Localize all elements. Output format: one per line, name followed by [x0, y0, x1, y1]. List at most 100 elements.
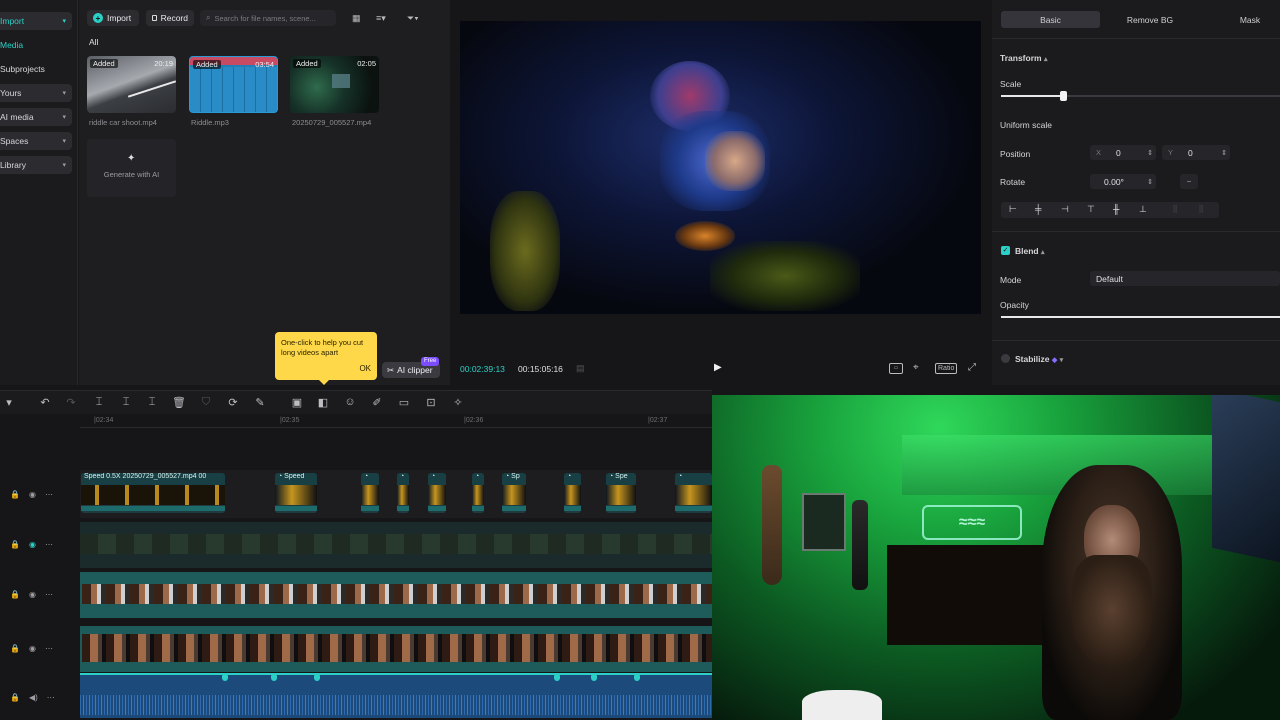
media-thumb-riddle-car-shoot[interactable]: Added 20:19 [87, 56, 176, 113]
nav-import[interactable]: Import ▾ [0, 12, 72, 30]
video-preview[interactable] [460, 21, 981, 314]
transform-section-label[interactable]: Transform ▴ [1000, 53, 1047, 63]
timeline-clip[interactable]: ◔ [564, 473, 581, 513]
volume-icon[interactable]: ◀) [29, 693, 38, 702]
media-thumb-riddle-mp3[interactable]: Added 03:54 [189, 56, 278, 113]
filter-all[interactable]: All [89, 37, 98, 47]
timeline-clip[interactable]: ◔ [361, 473, 379, 513]
tab-basic[interactable]: Basic [1001, 11, 1100, 28]
audio-marker[interactable] [554, 675, 560, 681]
audio-track[interactable] [80, 673, 712, 718]
crop-icon[interactable]: ⟳ [226, 395, 240, 409]
position-y-field[interactable]: Y 0 ⇕ [1162, 145, 1230, 160]
audio-marker[interactable] [634, 675, 640, 681]
filter-icon[interactable]: ⏷▾ [407, 13, 429, 23]
distribute-v-icon[interactable]: ⫼ [1199, 204, 1203, 215]
tooltip-ok-button[interactable]: OK [359, 364, 371, 374]
select-dropdown-icon[interactable]: ▾ [2, 395, 16, 409]
lock-icon[interactable]: 🔒 [10, 490, 20, 499]
scale-slider-handle[interactable] [1060, 91, 1068, 101]
image-icon[interactable]: ⊡ [424, 395, 438, 409]
shield-icon[interactable]: ⛉ [199, 395, 213, 409]
lock-icon[interactable]: 🔒 [10, 693, 20, 702]
lock-icon[interactable]: 🔒 [10, 644, 20, 653]
record-button[interactable]: Record [146, 10, 194, 26]
blend-checkbox[interactable]: ✓ [1001, 246, 1010, 255]
tab-mask[interactable]: Mask [1200, 11, 1280, 28]
eye-icon[interactable]: ◉ [29, 590, 36, 599]
timeline-clip[interactable]: ◔ Spe [606, 473, 636, 513]
sparkle-icon[interactable]: ✧ [451, 395, 465, 409]
zoom-fit-icon[interactable]: ⌖ [913, 362, 919, 373]
align-top-icon[interactable]: ⊤ [1087, 204, 1095, 215]
align-bottom-icon[interactable]: ⊥ [1139, 204, 1147, 215]
waveform-icon[interactable]: ▤ [576, 363, 590, 374]
expand-icon[interactable]: ⤢ [968, 362, 976, 373]
align-center-v-icon[interactable]: ╫ [1113, 204, 1119, 214]
more-icon[interactable]: ⋯ [47, 693, 55, 702]
timeline-clip[interactable]: Speed 0.5X 20250729_005527.mp4 00 [81, 473, 225, 513]
timeline-clip[interactable]: ◔ Sp [502, 473, 526, 513]
timeline-clip[interactable]: ◔ [472, 473, 484, 513]
generate-with-ai-card[interactable]: ✦ Generate with AI [87, 139, 176, 197]
eye-icon[interactable]: ◉ [29, 644, 36, 653]
nav-subprojects[interactable]: Subprojects [0, 60, 72, 78]
more-icon[interactable]: ⋯ [45, 490, 53, 499]
timeline-clip[interactable]: ◔ [397, 473, 409, 513]
audio-marker[interactable] [314, 675, 320, 681]
lock-icon[interactable]: 🔒 [10, 590, 20, 599]
tab-remove-bg[interactable]: Remove BG [1100, 11, 1200, 28]
lock-icon[interactable]: 🔒 [10, 540, 20, 549]
eye-icon[interactable]: ◉ [29, 540, 36, 549]
audio-marker[interactable] [591, 675, 597, 681]
nav-spaces[interactable]: Spaces ▾ [0, 132, 72, 150]
blend-section-label[interactable]: Blend ▴ [1015, 246, 1045, 256]
delete-icon[interactable]: 🗑 [172, 395, 186, 409]
more-icon[interactable]: ⋯ [45, 590, 53, 599]
timeline-clip[interactable]: ◔ [428, 473, 446, 513]
media-thumb-20250729[interactable]: Added 02:05 [290, 56, 379, 113]
ratio-button[interactable]: Ratio [935, 363, 958, 374]
nav-media[interactable]: Media [0, 36, 72, 54]
magic-icon[interactable]: ✐ [370, 395, 384, 409]
play-icon[interactable]: ▶ [714, 362, 722, 373]
stabilize-section-label[interactable]: Stabilize ◆ ▾ [1015, 354, 1063, 364]
audio-marker[interactable] [271, 675, 277, 681]
import-button[interactable]: + Import [87, 10, 139, 26]
person-icon[interactable]: ☺ [343, 395, 357, 409]
video-track-3[interactable] [80, 572, 712, 618]
align-left-icon[interactable]: ⊢ [1009, 204, 1017, 215]
align-center-h-icon[interactable]: ╪ [1035, 204, 1041, 214]
sort-icon[interactable]: ≡▾ [376, 13, 398, 23]
stabilize-toggle[interactable] [1001, 354, 1010, 363]
rotate-reset-icon[interactable]: − [1180, 174, 1198, 189]
redo-icon[interactable]: ↷ [64, 395, 78, 409]
align-right-icon[interactable]: ⊣ [1061, 204, 1069, 215]
grid-view-icon[interactable]: ▦ [352, 13, 364, 23]
eye-icon[interactable]: ◉ [29, 490, 36, 499]
timeline-clip[interactable]: ◔ Speed [275, 473, 317, 513]
fullscreen-quality-icon[interactable]: ▭ [889, 363, 903, 374]
undo-icon[interactable]: ↶ [38, 395, 52, 409]
audio-icon[interactable]: ◧ [316, 395, 330, 409]
captions-icon[interactable]: ▣ [290, 395, 304, 409]
screen-icon[interactable]: ▭ [397, 395, 411, 409]
search-input[interactable]: ⌕ Search for file names, scene... [200, 10, 336, 26]
rotate-field[interactable]: 0.00° ⇕ [1090, 174, 1156, 189]
position-x-field[interactable]: X 0 ⇕ [1090, 145, 1156, 160]
nav-library[interactable]: Library ▾ [0, 156, 72, 174]
video-track-4[interactable] [80, 626, 712, 672]
timeline-clip[interactable]: ◔ [675, 473, 712, 513]
split-right-icon[interactable]: ⌶ [145, 395, 159, 409]
auto-reframe-icon[interactable]: ✎ [253, 395, 267, 409]
split-left-icon[interactable]: ⌶ [119, 395, 133, 409]
audio-marker[interactable] [222, 675, 228, 681]
timeline-ruler[interactable]: |02:34 |02:35 |02:36 |02:37 [80, 414, 712, 428]
mode-select[interactable]: Default [1090, 271, 1280, 286]
distribute-h-icon[interactable]: ⫼ [1173, 204, 1177, 215]
more-icon[interactable]: ⋯ [45, 644, 53, 653]
nav-ai-media[interactable]: AI media ▾ [0, 108, 72, 126]
more-icon[interactable]: ⋯ [45, 540, 53, 549]
split-icon[interactable]: ⌶ [92, 395, 106, 409]
nav-yours[interactable]: Yours ▾ [0, 84, 72, 102]
